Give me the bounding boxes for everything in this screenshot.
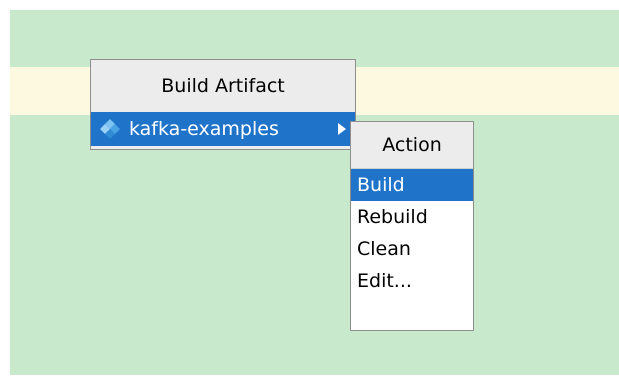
action-item-edit[interactable]: Edit...: [351, 265, 473, 297]
artifact-icon: [99, 118, 121, 140]
build-artifact-popup: Build Artifact kafka-examples: [90, 59, 356, 150]
build-artifact-title: Build Artifact: [91, 60, 355, 112]
action-item-rebuild[interactable]: Rebuild: [351, 201, 473, 233]
ide-window: Build Artifact kafka-examples Action Bui…: [0, 0, 619, 385]
action-popup: Action Build Rebuild Clean Edit...: [350, 121, 474, 331]
submenu-arrow-icon: [338, 123, 346, 135]
action-title: Action: [351, 122, 473, 169]
artifact-item-label: kafka-examples: [129, 118, 279, 140]
artifact-item-kafka-examples[interactable]: kafka-examples: [91, 112, 355, 146]
action-item-build[interactable]: Build: [351, 169, 473, 201]
action-item-clean[interactable]: Clean: [351, 233, 473, 265]
